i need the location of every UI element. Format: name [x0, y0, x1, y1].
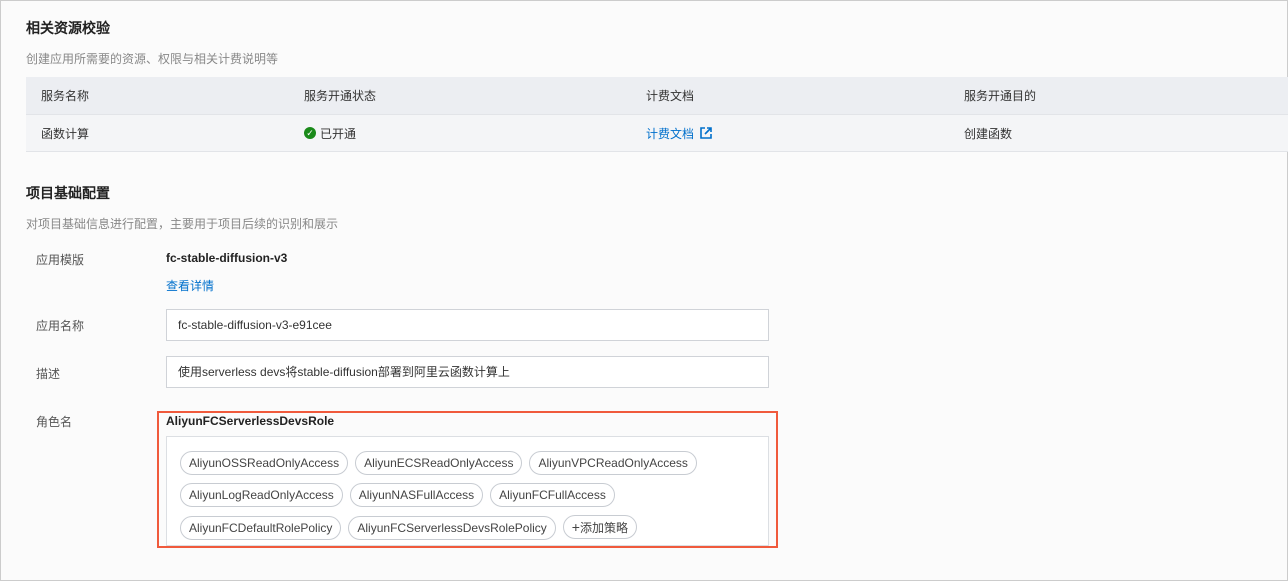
billing-doc-text: 计费文档	[646, 126, 695, 141]
column-header: 计费文档	[646, 89, 695, 103]
policy-list: AliyunOSSReadOnlyAccess AliyunECSReadOnly…	[166, 436, 769, 546]
resource-table: 服务名称 服务开通状态 计费文档 服务开通目的 函数计算 ✓ 已开通 计费文档 …	[26, 77, 1288, 153]
table-header: 服务名称 服务开通状态 计费文档 服务开通目的	[26, 77, 1288, 115]
column-header: 服务开通状态	[304, 89, 377, 103]
template-value: fc-stable-diffusion-v3	[166, 251, 288, 265]
add-policy-button[interactable]: +添加策略	[562, 515, 637, 539]
section-title-basic-config: 项目基础配置	[26, 185, 110, 201]
service-name: 函数计算	[41, 126, 90, 141]
description-label: 描述	[36, 367, 61, 381]
policy-tag: AliyunLogReadOnlyAccess	[180, 483, 343, 507]
policy-tag: AliyunFCServerlessDevsRolePolicy	[348, 516, 556, 540]
section-subtitle: 创建应用所需要的资源、权限与相关计费说明等	[26, 52, 279, 66]
role-value: AliyunFCServerlessDevsRole	[166, 414, 335, 428]
policy-tag: AliyunOSSReadOnlyAccess	[180, 451, 349, 475]
policy-tag: AliyunNASFullAccess	[349, 483, 484, 507]
view-details-link[interactable]: 查看详情	[166, 277, 214, 294]
column-header: 服务开通目的	[964, 89, 1037, 103]
policy-tag: AliyunECSReadOnlyAccess	[355, 451, 523, 475]
policy-tag: AliyunVPCReadOnlyAccess	[529, 451, 697, 475]
page: 相关资源校验 创建应用所需要的资源、权限与相关计费说明等 服务名称 服务开通状态…	[0, 0, 1288, 581]
section-subtitle: 对项目基础信息进行配置，主要用于项目后续的识别和展示	[26, 217, 339, 231]
check-circle-icon: ✓	[304, 127, 316, 139]
role-label: 角色名	[36, 415, 73, 429]
column-header: 服务名称	[41, 89, 90, 103]
app-name-label: 应用名称	[36, 319, 85, 333]
section-title-resource-check: 相关资源校验	[26, 20, 110, 36]
status-text: 已开通	[320, 126, 357, 141]
template-label: 应用模版	[36, 253, 85, 267]
policy-tag: AliyunFCDefaultRolePolicy	[180, 516, 342, 540]
plus-icon: +	[571, 519, 580, 535]
app-name-input[interactable]: fc-stable-diffusion-v3-e91cee	[166, 309, 769, 341]
table-row: 函数计算 ✓ 已开通 计费文档 创建函数	[26, 115, 1288, 152]
add-policy-label: 添加策略	[579, 521, 628, 535]
billing-doc-link[interactable]: 计费文档	[646, 125, 712, 142]
external-link-icon	[700, 127, 712, 139]
service-status: ✓ 已开通	[304, 125, 356, 142]
policy-tag: AliyunFCFullAccess	[490, 483, 615, 507]
service-purpose: 创建函数	[964, 126, 1013, 141]
description-input[interactable]: 使用serverless devs将stable-diffusion部署到阿里云…	[166, 356, 769, 388]
